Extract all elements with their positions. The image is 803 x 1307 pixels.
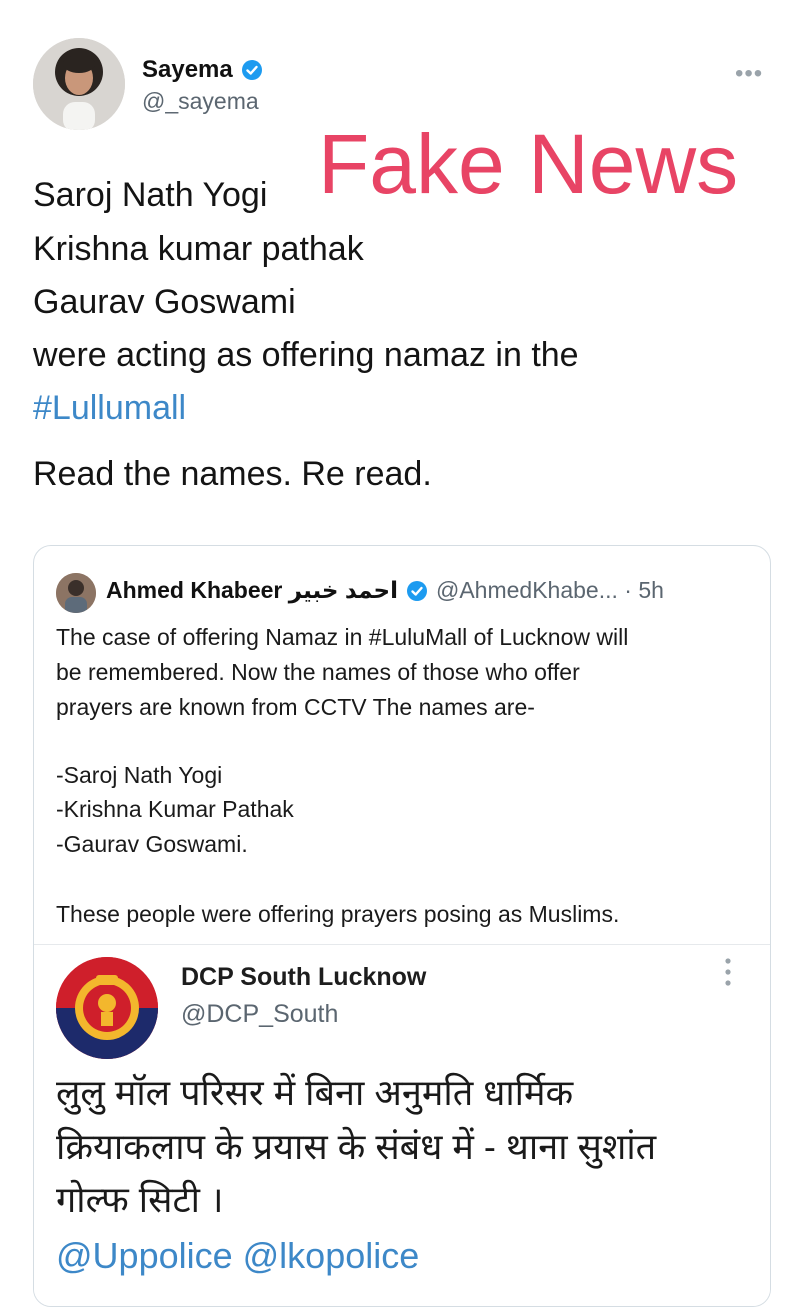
quoted-text-line: -Krishna Kumar Pathak xyxy=(56,796,294,822)
tweet-line: were acting as offering namaz in the xyxy=(33,336,579,374)
verified-badge-icon xyxy=(406,580,427,601)
quoted-text-line: be remembered. Now the names of those wh… xyxy=(56,659,580,685)
embedded-hindi-line: लुलु मॉल परिसर में बिना अनुमति धार्मिक xyxy=(56,1072,574,1113)
quoted-text-line: The case of offering Namaz in #LuluMall … xyxy=(56,624,629,650)
tweet-line: Read the names. Re read. xyxy=(33,455,432,493)
quoted-text-line: -Saroj Nath Yogi xyxy=(56,762,223,788)
embedded-hindi-line: क्रियाकलाप के प्रयास के संबंध में - थाना… xyxy=(56,1126,657,1167)
fake-news-stamp: Fake News xyxy=(318,117,739,211)
embedded-mentions: @Uppolice @lkopolice xyxy=(56,1235,420,1276)
author-row: Sayema xyxy=(142,56,263,84)
author-name[interactable]: Sayema xyxy=(142,56,233,84)
tweet-line: Krishna kumar pathak xyxy=(33,230,364,268)
quoted-text-line: These people were offering prayers posin… xyxy=(56,901,620,927)
quoted-handle-time[interactable]: @AhmedKhabe... · 5h xyxy=(436,577,664,604)
author-handle[interactable]: @_sayema xyxy=(142,88,259,115)
quoted-author-name[interactable]: Ahmed Khabeer احمد خبیر xyxy=(106,577,398,604)
quoted-avatar[interactable] xyxy=(56,573,96,613)
more-vertical-icon xyxy=(725,958,731,986)
embedded-author-handle: @DCP_South xyxy=(181,1000,339,1028)
tweet-line: Gaurav Goswami xyxy=(33,283,296,321)
quoted-text-line: prayers are known from CCTV The names ar… xyxy=(56,694,535,720)
tweet-line: Saroj Nath Yogi xyxy=(33,176,268,214)
hashtag-link[interactable]: #Lullumall xyxy=(33,391,186,425)
quoted-tweet-card[interactable]: Ahmed Khabeer احمد خبیر @AhmedKhabe... ·… xyxy=(33,545,771,1307)
verified-badge-icon xyxy=(241,60,262,80)
embedded-author-name: DCP South Lucknow xyxy=(181,963,427,991)
quoted-header: Ahmed Khabeer احمد خبیر @AhmedKhabe... ·… xyxy=(106,577,664,604)
avatar[interactable] xyxy=(33,38,125,130)
police-emblem-logo[interactable] xyxy=(56,957,158,1059)
quoted-text-line: -Gaurav Goswami. xyxy=(56,831,248,857)
more-horizontal-icon[interactable]: ••• xyxy=(735,60,763,88)
embedded-tweet-image[interactable]: DCP South Lucknow @DCP_South लुलु मॉल पर… xyxy=(34,944,770,1306)
embedded-hindi-line: गोल्फ सिटी । xyxy=(56,1179,224,1220)
